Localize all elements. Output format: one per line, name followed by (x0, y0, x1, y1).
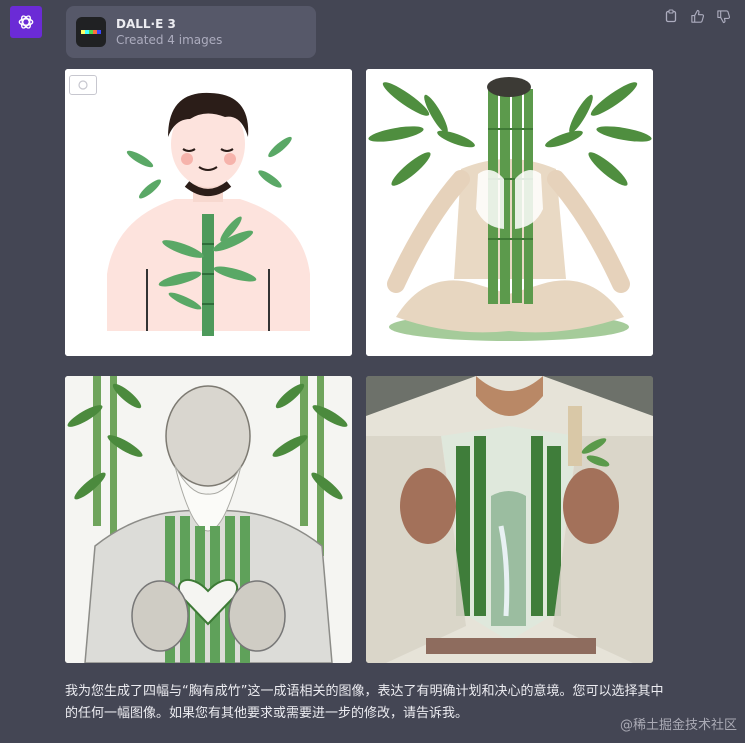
thumbs-down-button[interactable] (715, 8, 731, 24)
copy-icon (665, 9, 677, 23)
copy-button[interactable] (663, 8, 679, 24)
openai-logo-icon (18, 15, 34, 29)
thumbs-down-icon (716, 9, 730, 23)
message-actions (663, 8, 731, 24)
generated-image-3[interactable] (65, 376, 352, 663)
image-select-icon[interactable] (69, 75, 97, 95)
dalle-logo-icon (81, 30, 101, 34)
assistant-avatar (10, 6, 42, 38)
generated-image-1[interactable] (65, 69, 352, 356)
plugin-name: DALL·E 3 (116, 17, 176, 31)
watermark: @稀土掘金技术社区 (619, 718, 737, 733)
dalle-plugin-card[interactable]: DALL·E 3 Created 4 images (66, 6, 316, 58)
thumbs-up-button[interactable] (689, 8, 705, 24)
generated-image-4[interactable] (366, 376, 653, 663)
generated-image-2[interactable] (366, 69, 653, 356)
plugin-status: Created 4 images (116, 33, 223, 47)
assistant-message: 我为您生成了四幅与“胸有成竹”这一成语相关的图像，表达了有明确计划和决心的意境。… (65, 684, 664, 721)
thumbs-up-icon (690, 9, 704, 23)
dalle-logo (76, 17, 106, 47)
